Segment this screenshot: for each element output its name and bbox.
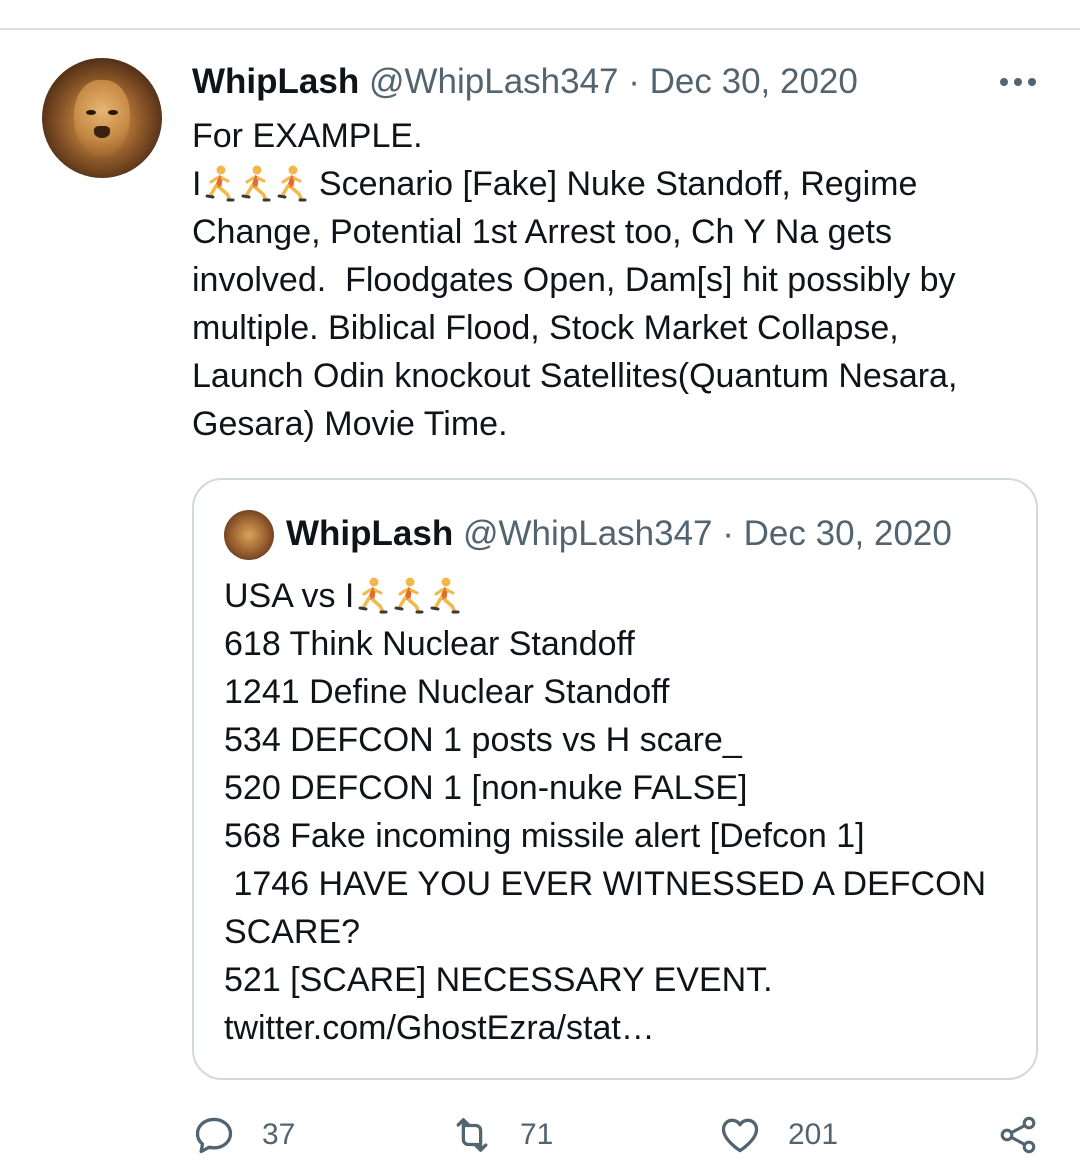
quoted-author-avatar[interactable] (224, 510, 274, 560)
quoted-tweet[interactable]: WhipLash @WhipLash347 · Dec 30, 2020 USA… (192, 478, 1038, 1080)
tweet-line-text: I (192, 165, 202, 203)
quote-line-text: 520 DEFCON 1 [non-nuke FALSE] (224, 769, 748, 807)
tweet-line-text: For EXAMPLE. (192, 117, 423, 155)
like-button[interactable]: 201 (718, 1110, 838, 1160)
person-running-emoji-icon (237, 163, 273, 203)
retweet-button[interactable]: 71 (450, 1110, 553, 1160)
quote-line: SCARE? (224, 908, 1014, 956)
quoted-author-handle[interactable]: @WhipLash347 (463, 514, 713, 553)
tweet-actions: 37 71 201 (192, 1110, 1052, 1160)
quote-line: 618 Think Nuclear Standoff (224, 620, 1014, 668)
quote-line-text: 1746 HAVE YOU EVER WITNESSED A DEFCON (224, 865, 987, 903)
quote-line: 1241 Define Nuclear Standoff (224, 668, 1014, 716)
author-avatar[interactable] (42, 58, 162, 178)
quoted-header-separator: · (722, 514, 734, 553)
tweet-line: involved. Floodgates Open, Dam[s] hit po… (192, 256, 1052, 304)
quoted-tweet-header: WhipLash @WhipLash347 · Dec 30, 2020 (286, 512, 952, 556)
quote-line-text: 618 Think Nuclear Standoff (224, 625, 635, 663)
retweet-count: 71 (520, 1118, 554, 1151)
tweet-line-text: Change, Potential 1st Arrest too, Ch Y N… (192, 213, 892, 251)
quote-line: 520 DEFCON 1 [non-nuke FALSE] (224, 764, 1014, 812)
quote-line-text: 1241 Define Nuclear Standoff (224, 673, 670, 711)
quote-line-text: 521 [SCARE] NECESSARY EVENT. (224, 961, 773, 999)
author-name[interactable]: WhipLash (192, 62, 359, 101)
lion-face (74, 80, 130, 156)
person-running-emoji-icon (426, 575, 462, 615)
quote-line-text: twitter.com/GhostEzra/stat… (224, 1009, 655, 1047)
tweet-text: For EXAMPLE. I Scenario [Fake] Nuke Stand… (192, 112, 1052, 448)
tweet-line: Launch Odin knockout Satellites(Quantum … (192, 352, 1052, 400)
tweet-line-text-after-emoji: Scenario [Fake] Nuke Standoff, Regime (309, 165, 918, 203)
tweet-line-text: Launch Odin knockout Satellites(Quantum … (192, 357, 958, 395)
top-divider (0, 28, 1080, 30)
lion-nose (94, 126, 110, 138)
more-icon[interactable] (998, 70, 1038, 94)
quote-line: USA vs I (224, 572, 1014, 620)
person-running-emoji-icon (201, 163, 237, 203)
reply-icon (195, 1117, 233, 1154)
person-running-emoji-icon (390, 575, 426, 615)
quoted-tweet-text: USA vs I 618 Think Nuclear Standoff 1241 D… (224, 572, 1014, 1052)
tweet-line: multiple. Biblical Flood, Stock Market C… (192, 304, 1052, 352)
quote-line-text: 568 Fake incoming missile alert [Defcon … (224, 817, 865, 855)
heart-icon (721, 1118, 759, 1153)
quote-line-text: 534 DEFCON 1 posts vs H scare_ (224, 721, 742, 759)
header-separator: · (628, 62, 640, 101)
like-count: 201 (788, 1118, 839, 1151)
quote-line: 568 Fake incoming missile alert [Defcon … (224, 812, 1014, 860)
tweet-line: Change, Potential 1st Arrest too, Ch Y N… (192, 208, 1052, 256)
tweet-line-text: Gesara) Movie Time. (192, 405, 508, 443)
quote-line-text: USA vs I (224, 577, 355, 615)
person-running-emoji-icon (273, 163, 309, 203)
quote-line-text: SCARE? (224, 913, 361, 951)
tweet-line: For EXAMPLE. (192, 112, 1052, 160)
quote-line: 521 [SCARE] NECESSARY EVENT. (224, 956, 1014, 1004)
share-button[interactable] (996, 1110, 1066, 1160)
reply-button[interactable]: 37 (192, 1110, 295, 1160)
tweet-date[interactable]: Dec 30, 2020 (650, 62, 858, 101)
tweet-line: I Scenario [Fake] Nuke Standoff, Regime (192, 160, 1052, 208)
lion-eye-left (86, 110, 96, 115)
quote-line: 1746 HAVE YOU EVER WITNESSED A DEFCON (224, 860, 1014, 908)
quoted-tweet-date[interactable]: Dec 30, 2020 (744, 514, 952, 553)
retweet-icon (456, 1118, 488, 1152)
reply-count: 37 (262, 1118, 296, 1151)
tweet-line-text: involved. Floodgates Open, Dam[s] hit po… (192, 261, 956, 299)
lion-eye-right (108, 110, 118, 115)
tweet-line: Gesara) Movie Time. (192, 400, 1052, 448)
quote-line: twitter.com/GhostEzra/stat… (224, 1004, 1014, 1052)
tweet-header: WhipLash @WhipLash347 · Dec 30, 2020 (192, 60, 858, 104)
person-running-emoji-icon (354, 575, 390, 615)
quote-line: 534 DEFCON 1 posts vs H scare_ (224, 716, 1014, 764)
author-handle[interactable]: @WhipLash347 (369, 62, 619, 101)
tweet-line-text: multiple. Biblical Flood, Stock Market C… (192, 309, 899, 347)
quoted-author-name[interactable]: WhipLash (286, 514, 453, 553)
share-icon (1000, 1116, 1036, 1154)
